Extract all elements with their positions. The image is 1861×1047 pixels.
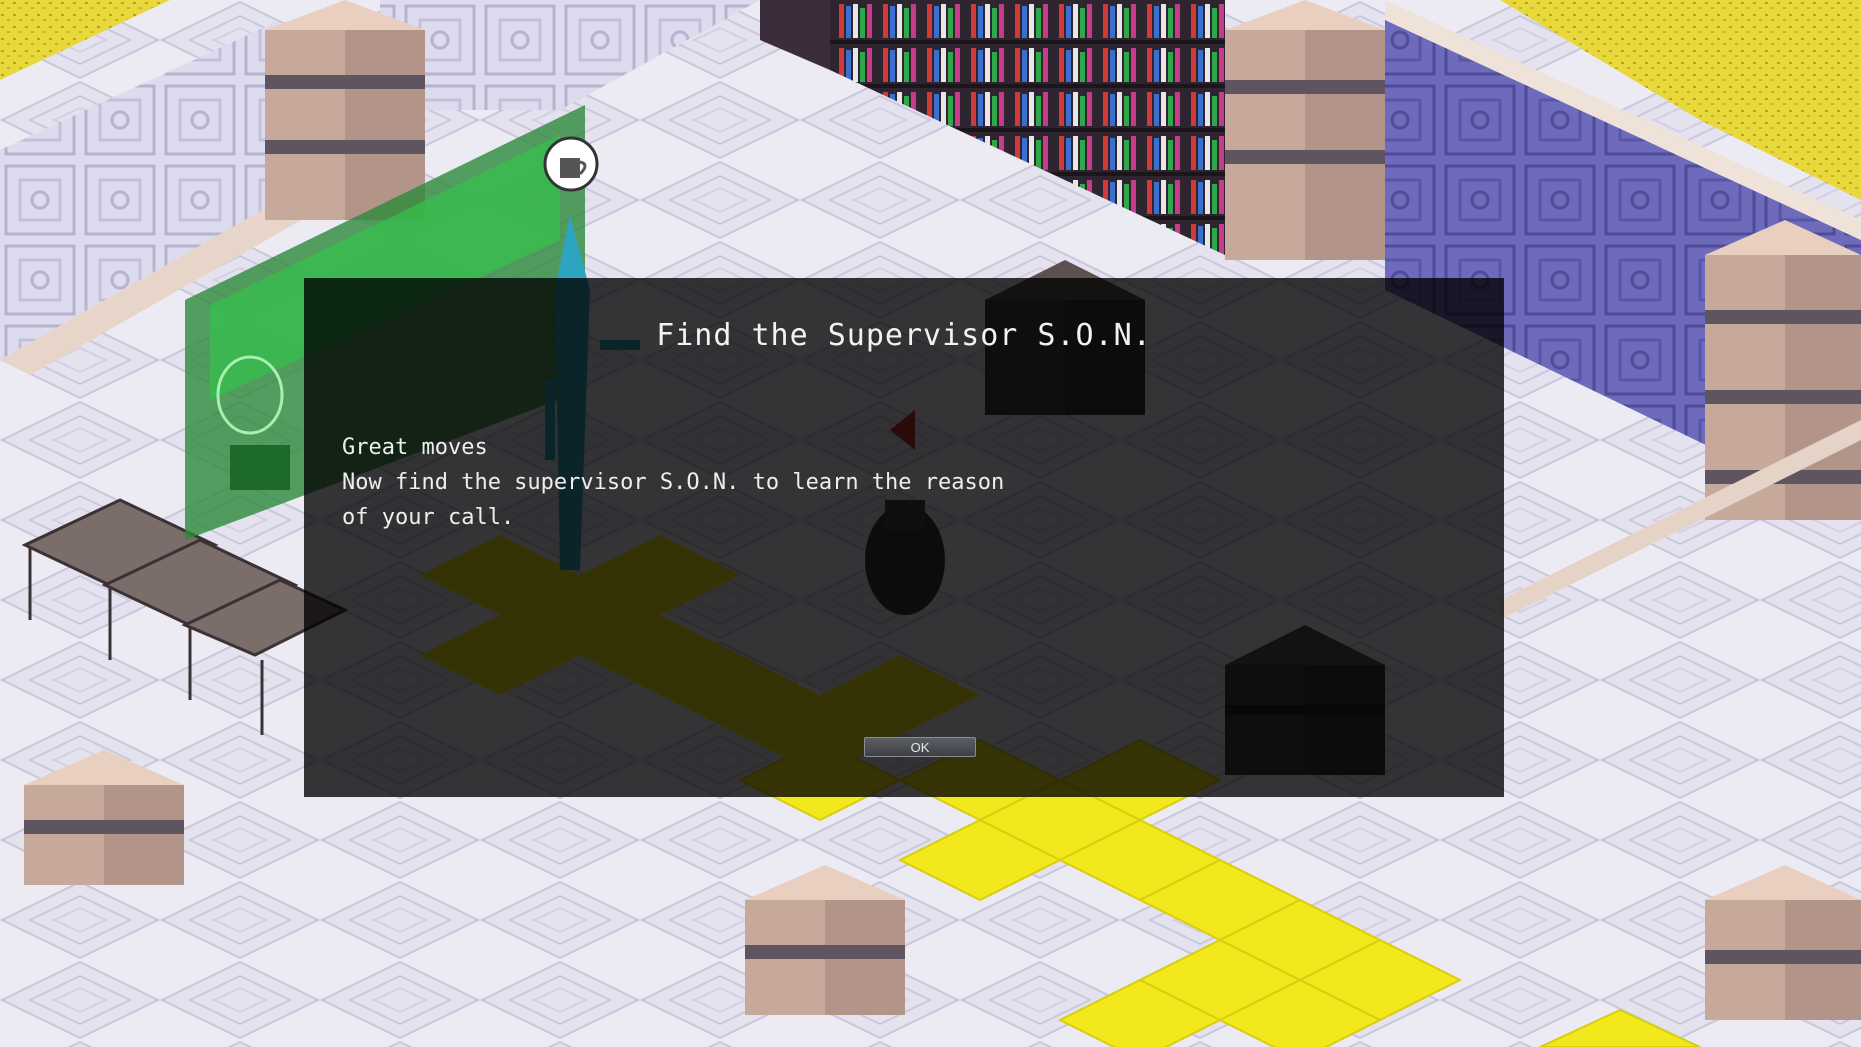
pillar-top-center [1225, 0, 1385, 260]
dialog-title: Find the Supervisor S.O.N. [656, 318, 1152, 353]
dialog-line: of your call. [342, 505, 515, 530]
game-viewport[interactable]: Find the Supervisor S.O.N. Great moves N… [0, 0, 1861, 1047]
pillar-top-left [265, 0, 425, 220]
dialog-message: Great moves Now find the supervisor S.O.… [342, 430, 1042, 535]
dialog-line: Now find the supervisor S.O.N. to learn … [342, 470, 1005, 495]
coffee-cup-icon [543, 136, 599, 192]
dialog-line: Great moves [342, 435, 488, 460]
ok-button[interactable]: OK [864, 737, 976, 757]
quest-dialog: Find the Supervisor S.O.N. Great moves N… [304, 278, 1504, 797]
